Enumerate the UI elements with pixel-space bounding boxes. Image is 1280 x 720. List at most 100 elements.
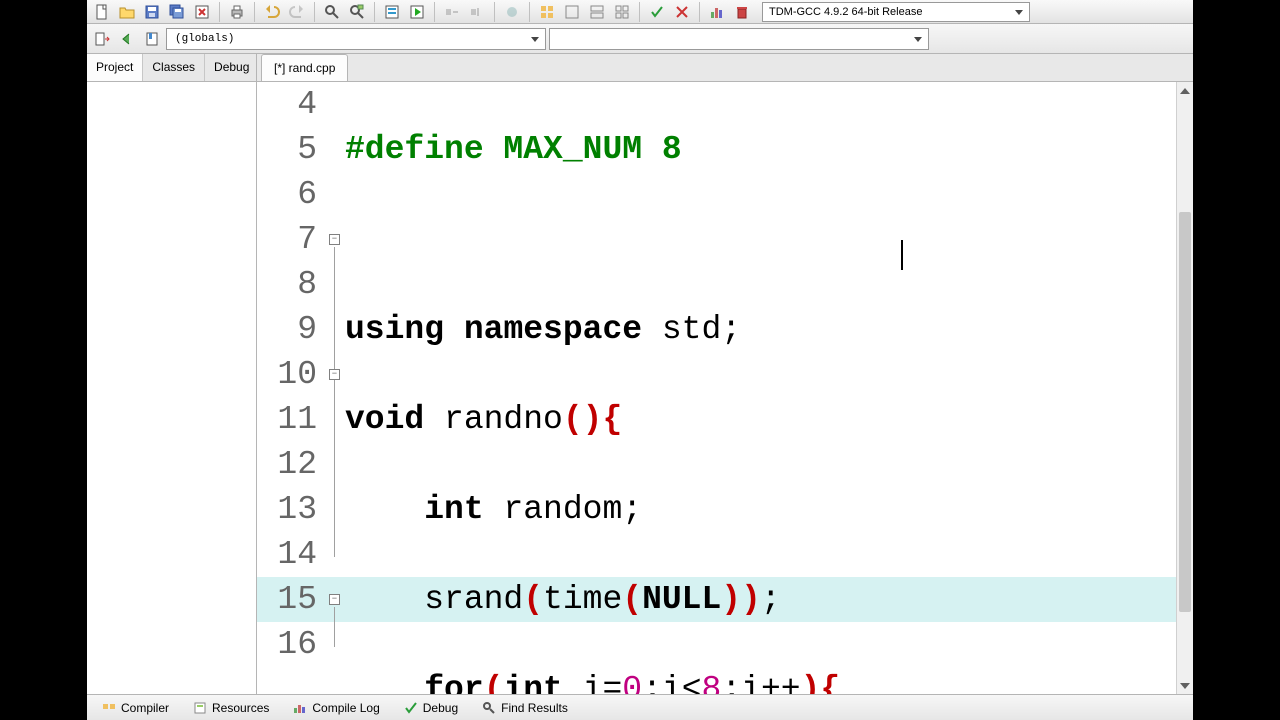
t: ( xyxy=(484,671,504,694)
ln: 7 xyxy=(257,217,317,262)
file-tab-rand[interactable]: [*] rand.cpp xyxy=(261,54,348,81)
t: )) xyxy=(721,581,761,618)
t: Find Results xyxy=(501,701,568,715)
code-body[interactable]: #define MAX_NUM 8 using namespace std; v… xyxy=(345,82,1193,694)
chart-icon[interactable] xyxy=(706,2,728,22)
debug-step-icon xyxy=(441,2,463,22)
ln: 9 xyxy=(257,307,317,352)
replace-icon[interactable] xyxy=(346,2,368,22)
grid3-icon[interactable] xyxy=(586,2,608,22)
fold-line xyxy=(334,607,335,647)
save-all-icon[interactable] xyxy=(166,2,188,22)
t: ;i< xyxy=(642,671,701,694)
undo-icon[interactable] xyxy=(261,2,283,22)
ln: 8 xyxy=(257,262,317,307)
t: Debug xyxy=(423,701,458,715)
main-toolbar: TDM-GCC 4.9.2 64-bit Release xyxy=(87,0,1193,24)
scope-dd-text: (globals) xyxy=(175,33,234,45)
side-tab-project[interactable]: Project xyxy=(87,54,143,81)
t: void xyxy=(345,401,424,438)
bottom-tab-bar: Compiler Resources Compile Log Debug Fin… xyxy=(87,694,1193,720)
t: Compiler xyxy=(121,701,169,715)
goto-icon[interactable] xyxy=(91,29,113,49)
t: randno xyxy=(424,401,563,438)
open-file-icon[interactable] xyxy=(116,2,138,22)
grid4-icon[interactable] xyxy=(611,2,633,22)
scroll-down-arrow[interactable] xyxy=(1177,677,1193,694)
bottom-tab-findresults[interactable]: Find Results xyxy=(471,697,579,719)
t: int xyxy=(503,671,562,694)
t: random; xyxy=(484,491,642,528)
compiler-dropdown[interactable]: TDM-GCC 4.9.2 64-bit Release xyxy=(762,2,1030,22)
t: { xyxy=(602,401,622,438)
scroll-thumb[interactable] xyxy=(1179,212,1191,612)
side-tab-classes[interactable]: Classes xyxy=(143,54,205,81)
close-file-icon[interactable] xyxy=(191,2,213,22)
side-panel: Project Classes Debug xyxy=(87,54,257,694)
scroll-up-arrow[interactable] xyxy=(1177,82,1193,99)
t: Compile Log xyxy=(312,701,379,715)
ln: 15 xyxy=(257,577,317,622)
member-dropdown[interactable] xyxy=(549,28,929,50)
trash-icon[interactable] xyxy=(731,2,753,22)
t: ( xyxy=(523,581,543,618)
ide-window: TDM-GCC 4.9.2 64-bit Release (globals) P… xyxy=(87,0,1193,720)
gutter: 4 5 6 7 8 9 10 11 12 13 14 15 16 xyxy=(257,82,327,694)
compiler-dd-text: TDM-GCC 4.9.2 64-bit Release xyxy=(769,6,922,18)
t: time xyxy=(543,581,622,618)
back-icon[interactable] xyxy=(116,29,138,49)
t: using xyxy=(345,311,444,348)
new-file-icon[interactable] xyxy=(91,2,113,22)
bottom-tab-debug[interactable]: Debug xyxy=(393,697,469,719)
fold-line xyxy=(334,247,335,557)
bookmark-icon[interactable] xyxy=(141,29,163,49)
main-area: Project Classes Debug [*] rand.cpp 4 5 6… xyxy=(87,54,1193,694)
ln: 12 xyxy=(257,442,317,487)
t xyxy=(345,217,1193,262)
compile-icon[interactable] xyxy=(381,2,403,22)
ln: 6 xyxy=(257,172,317,217)
vertical-scrollbar[interactable] xyxy=(1176,82,1193,694)
t: srand xyxy=(345,581,523,618)
t: #define xyxy=(345,131,484,168)
t: namespace xyxy=(464,311,642,348)
scope-dropdown[interactable]: (globals) xyxy=(166,28,546,50)
debug-ball-icon xyxy=(501,2,523,22)
ln: 4 xyxy=(257,82,317,127)
run-icon[interactable] xyxy=(406,2,428,22)
t: for xyxy=(424,671,483,694)
redo-icon xyxy=(286,2,308,22)
fold-toggle[interactable]: − xyxy=(329,234,340,245)
t: i= xyxy=(563,671,622,694)
save-icon[interactable] xyxy=(141,2,163,22)
bottom-tab-resources[interactable]: Resources xyxy=(182,697,280,719)
cancel-icon[interactable] xyxy=(671,2,693,22)
side-tabs: Project Classes Debug xyxy=(87,54,256,82)
t: ; xyxy=(761,581,781,618)
ln: 14 xyxy=(257,532,317,577)
side-tab-debug[interactable]: Debug xyxy=(205,54,259,81)
check-icon[interactable] xyxy=(646,2,668,22)
ln: 13 xyxy=(257,487,317,532)
t: int xyxy=(424,491,483,528)
print-icon[interactable] xyxy=(226,2,248,22)
ln: 11 xyxy=(257,397,317,442)
mouse-ibeam-cursor xyxy=(901,240,903,270)
ln: 5 xyxy=(257,127,317,172)
grid1-icon[interactable] xyxy=(536,2,558,22)
fold-toggle[interactable]: − xyxy=(329,369,340,380)
t: 8 xyxy=(702,671,722,694)
t: MAX_NUM 8 xyxy=(484,131,682,168)
fold-column: − − − xyxy=(327,82,345,694)
code-editor[interactable]: 4 5 6 7 8 9 10 11 12 13 14 15 16 − xyxy=(257,82,1193,694)
fold-toggle[interactable]: − xyxy=(329,594,340,605)
ln: 10 xyxy=(257,352,317,397)
file-tab-bar: [*] rand.cpp xyxy=(257,54,1193,82)
t xyxy=(345,491,424,528)
find-icon[interactable] xyxy=(321,2,343,22)
bottom-tab-compilelog[interactable]: Compile Log xyxy=(282,697,390,719)
bottom-tab-compiler[interactable]: Compiler xyxy=(91,697,180,719)
grid2-icon[interactable] xyxy=(561,2,583,22)
t: 0 xyxy=(622,671,642,694)
t: () xyxy=(563,401,603,438)
